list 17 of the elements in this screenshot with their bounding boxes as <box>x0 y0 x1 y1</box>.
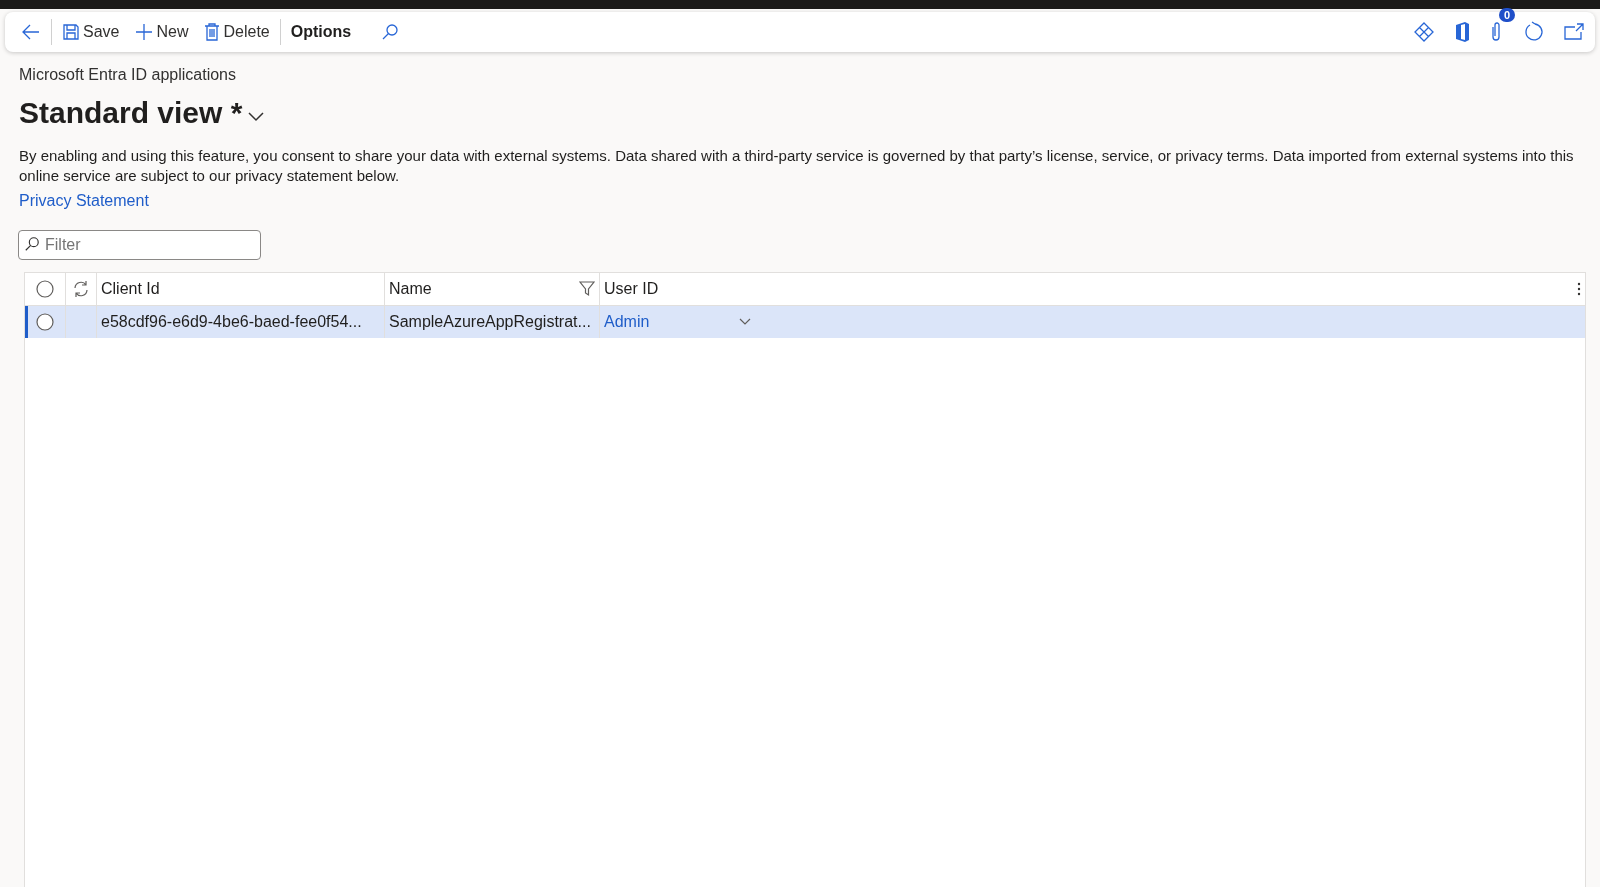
page-title: Microsoft Entra ID applications <box>19 66 237 84</box>
options-button[interactable]: Options <box>282 16 360 48</box>
view-title: Standard view * <box>19 96 243 130</box>
table-row[interactable]: e58cdf96-e6d9-4be6-baed-fee0f54... SampleAzureAppRegistrat... Admin <box>25 306 1585 338</box>
column-header[interactable]: Client Id <box>97 273 385 305</box>
save-button[interactable]: Save <box>54 16 128 48</box>
delete-button[interactable]: Delete <box>196 16 278 48</box>
table-cell: SampleAzureAppRegistrat... <box>385 306 600 338</box>
privacy-link[interactable]: Privacy Statement <box>19 192 149 209</box>
count-badge: 0 <box>1498 8 1515 22</box>
user-id-dropdown[interactable]: Admin <box>600 306 755 338</box>
filter-field[interactable]: Filter <box>18 230 261 260</box>
consent-notice: By enabling and using this feature, you consent to share your data with external systems. Data shared with a third-party service is governed by that party’s license, service, or privacy terms. Data imported from external systems into this online service are subject to our privacy statement below. <box>19 146 1575 186</box>
table-cell: e58cdf96-e6d9-4be6-baed-fee0f54... <box>97 306 385 338</box>
column-header[interactable]: User ID <box>600 273 755 305</box>
column-header[interactable]: Name <box>389 280 432 298</box>
new-button[interactable]: New <box>127 16 197 48</box>
